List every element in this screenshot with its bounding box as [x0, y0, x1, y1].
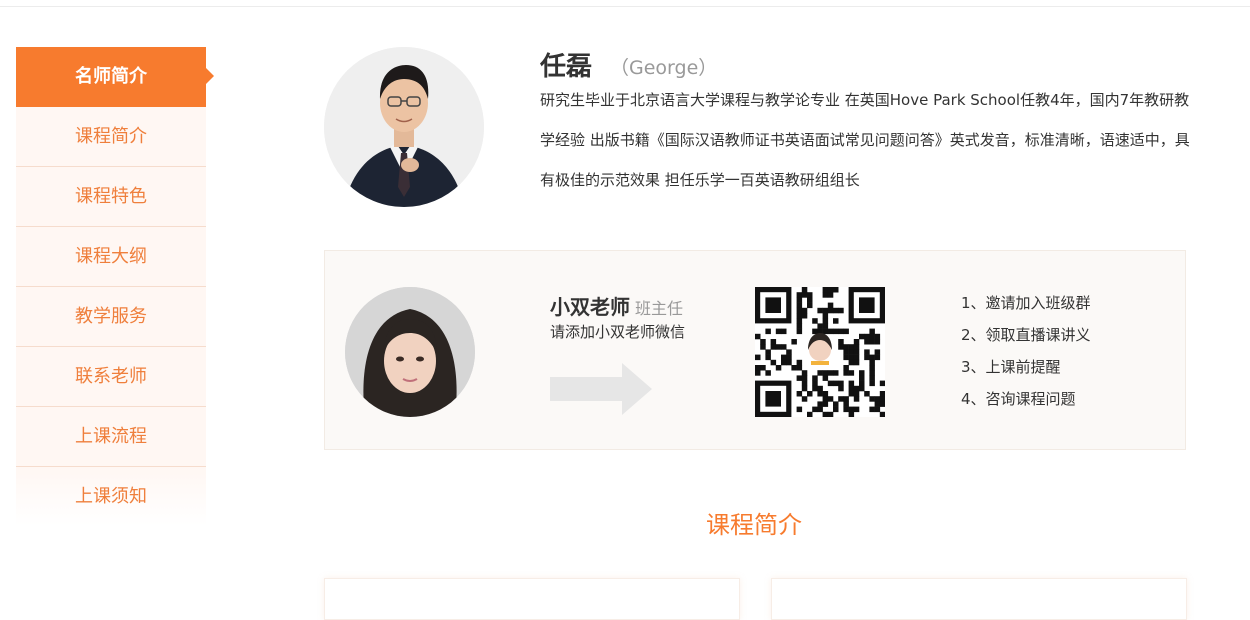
- service-step: 1、邀请加入班级群: [961, 294, 1091, 312]
- teacher-name: 任磊: [540, 52, 593, 82]
- sidebar-item-class-notice[interactable]: 上课须知: [16, 467, 206, 526]
- service-step: 3、上课前提醒: [961, 358, 1061, 376]
- service-steps-list: 1、邀请加入班级群 2、领取直播课讲义 3、上课前提醒 4、咨询课程问题: [961, 291, 1091, 419]
- assistant-avatar: [345, 287, 475, 417]
- assistant-role: 班主任: [635, 299, 684, 318]
- assistant-wechat-tip: 请添加小双老师微信: [550, 323, 686, 341]
- sidebar-item-class-process[interactable]: 上课流程: [16, 407, 206, 467]
- course-panel-left: [324, 578, 740, 620]
- sidebar-item-course-intro[interactable]: 课程简介: [16, 107, 206, 167]
- sidebar-item-course-outline[interactable]: 课程大纲: [16, 227, 206, 287]
- sidebar-item-teacher-intro[interactable]: 名师简介: [16, 47, 214, 107]
- course-panel-right: [771, 578, 1187, 620]
- wechat-qr-code[interactable]: [755, 287, 886, 418]
- sidebar-item-contact-teacher[interactable]: 联系老师: [16, 347, 206, 407]
- arrow-right-icon: [550, 363, 652, 415]
- sidebar-nav: 名师简介 课程简介 课程特色 课程大纲 教学服务 联系老师 上课流程 上课须知: [16, 47, 214, 526]
- teacher-english-name: （George）: [610, 57, 718, 79]
- service-step: 4、咨询课程问题: [961, 390, 1076, 408]
- teacher-avatar: [324, 47, 484, 207]
- section-title-course-intro: 课程简介: [706, 511, 802, 539]
- assistant-name: 小双老师: [550, 295, 630, 319]
- assistant-card: 小双老师 班主任 请添加小双老师微信 1、邀请加入班级群 2、领取直播课讲义 3…: [324, 250, 1186, 450]
- top-divider: [0, 6, 1250, 7]
- sidebar-item-teaching-service[interactable]: 教学服务: [16, 287, 206, 347]
- sidebar-item-course-features[interactable]: 课程特色: [16, 167, 206, 227]
- teacher-bio: 研究生毕业于北京语言大学课程与教学论专业 在英国Hove Park School…: [540, 91, 1190, 189]
- service-step: 2、领取直播课讲义: [961, 326, 1091, 344]
